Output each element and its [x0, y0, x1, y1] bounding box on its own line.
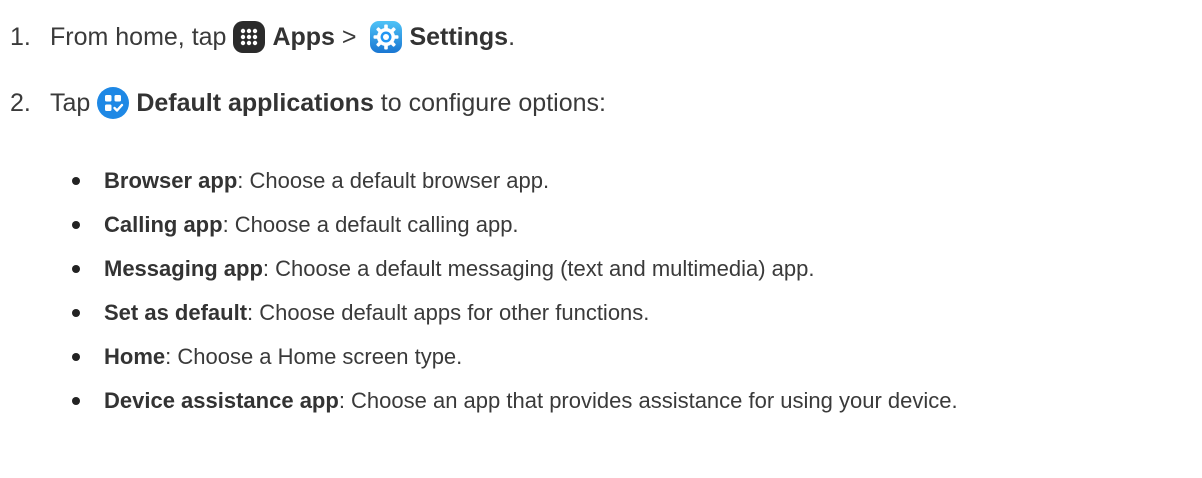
step-2-suffix: to configure options: [373, 89, 606, 117]
step-1-separator: > [334, 23, 364, 51]
option-desc: : Choose a default calling app. [222, 212, 519, 237]
option-term: Calling app [104, 212, 223, 237]
step-2-prefix: Tap [50, 89, 91, 117]
bullet-dot [72, 265, 80, 273]
apps-label: Apps [272, 23, 335, 51]
option-desc: : Choose a default messaging (text and m… [262, 256, 815, 281]
step-1-prefix: From home, tap [50, 23, 227, 51]
option-desc: : Choose an app that provides assistance… [338, 388, 958, 413]
settings-label: Settings [409, 23, 509, 51]
settings-gear-icon [369, 20, 403, 54]
option-term: Browser app [104, 168, 238, 193]
list-item: Calling app: Choose a default calling ap… [72, 210, 958, 254]
step-1-suffix: . [508, 23, 516, 51]
default-applications-label: Default applications [136, 89, 374, 117]
option-desc: : Choose a Home screen type. [165, 344, 463, 369]
list-item: Messaging app: Choose a default messagin… [72, 254, 958, 298]
list-item: Browser app: Choose a default browser ap… [72, 166, 958, 210]
default-apps-options-list: Browser app: Choose a default browser ap… [72, 166, 958, 430]
option-term: Messaging app [104, 256, 263, 281]
list-item: Set as default: Choose default apps for … [72, 298, 958, 342]
apps-grid-icon [232, 20, 266, 54]
option-term: Set as default [104, 300, 248, 325]
default-applications-icon [96, 86, 130, 120]
bullet-dot [72, 309, 80, 317]
list-item: Device assistance app: Choose an app tha… [72, 386, 958, 430]
option-desc: : Choose default apps for other function… [247, 300, 650, 325]
step-2-number: 2. [10, 89, 31, 117]
step-1: 1. From home, tap Apps > Settings . [10, 20, 515, 54]
option-term: Home [104, 344, 166, 369]
list-item: Home: Choose a Home screen type. [72, 342, 958, 386]
bullet-dot [72, 397, 80, 405]
option-desc: : Choose a default browser app. [237, 168, 550, 193]
step-1-number: 1. [10, 23, 31, 51]
bullet-dot [72, 353, 80, 361]
bullet-dot [72, 221, 80, 229]
option-term: Device assistance app [104, 388, 339, 413]
bullet-dot [72, 177, 80, 185]
step-2: 2. Tap Default applications to configure… [10, 86, 606, 120]
